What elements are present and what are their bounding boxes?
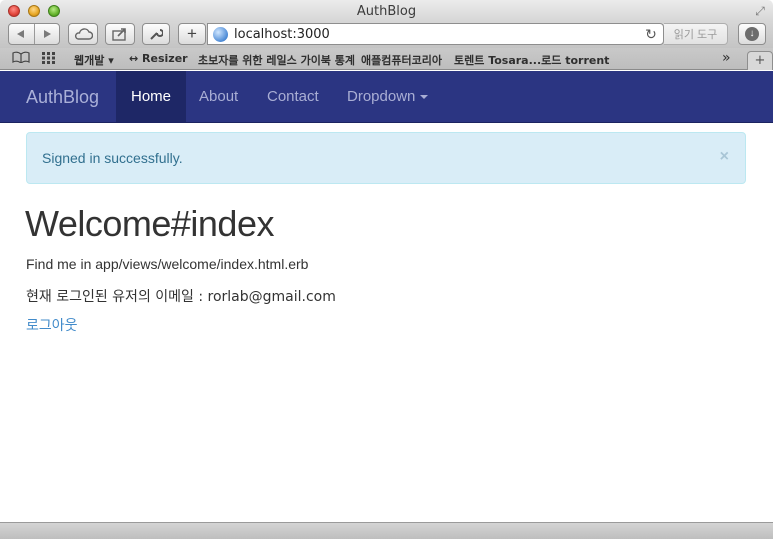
reader-button[interactable]: 읽기 도구 <box>664 23 728 45</box>
fullscreen-icon[interactable]: ⤢ <box>753 4 767 18</box>
flash-alert: Signed in successfully. × <box>26 132 746 184</box>
reading-list-icon[interactable] <box>12 51 30 66</box>
bookmark-item[interactable]: 초보자를 위한 레일스 가이북 통계 <box>198 52 355 68</box>
add-bookmark-button[interactable]: + <box>178 23 206 45</box>
address-bar[interactable]: localhost:3000 ↻ <box>207 23 664 45</box>
nav-dropdown[interactable]: Dropdown <box>347 71 429 122</box>
back-arrow-icon <box>17 30 25 38</box>
url-text[interactable]: localhost:3000 <box>234 27 642 42</box>
caret-down-icon <box>420 95 429 100</box>
plus-icon: + <box>754 53 766 68</box>
cloud-icon <box>74 28 93 40</box>
bookmark-item[interactable]: ↔ Resizer <box>129 52 188 65</box>
current-user-email-text: 현재 로그인된 유저의 이메일 : rorlab@gmail.com <box>26 289 336 305</box>
close-icon[interactable]: × <box>720 148 729 166</box>
forward-button[interactable] <box>34 24 59 44</box>
window-titlebar: AuthBlog ⤢ <box>0 0 773 22</box>
nav-contact[interactable]: Contact <box>267 71 319 122</box>
navbar-brand[interactable]: AuthBlog <box>26 87 99 108</box>
nav-home[interactable]: Home <box>116 71 187 122</box>
navbar: AuthBlog Home About Contact Dropdown <box>0 71 773 123</box>
share-icon <box>112 28 126 41</box>
forward-arrow-icon <box>43 30 51 38</box>
page-title: Welcome#index <box>25 203 274 244</box>
nav-about[interactable]: About <box>199 71 238 122</box>
bookmark-item[interactable]: 토렌트 Tosara...로드 torrent <box>454 52 609 68</box>
icloud-tabs-button[interactable] <box>68 23 98 45</box>
top-sites-icon[interactable] <box>42 52 56 67</box>
share-button[interactable] <box>105 23 135 45</box>
browser-toolbar: + localhost:3000 ↻ 읽기 도구 ↓ <box>0 22 773 48</box>
template-path-text: Find me in app/views/welcome/index.html.… <box>26 256 309 272</box>
status-bar <box>0 522 773 539</box>
back-forward-buttons <box>8 23 60 45</box>
logout-link[interactable]: 로그아웃 <box>26 315 78 335</box>
window-title: AuthBlog <box>356 4 417 19</box>
alert-message: Signed in successfully. <box>42 150 183 166</box>
new-tab-button[interactable]: + <box>747 51 773 70</box>
bookmark-item[interactable]: 웹개발 ▾ <box>74 52 114 68</box>
bookmarks-bar: 웹개발 ▾ ↔ Resizer 초보자를 위한 레일스 가이북 통계 애플컴퓨터… <box>0 48 773 70</box>
wrench-icon <box>150 29 163 40</box>
downloads-button[interactable]: ↓ <box>738 23 766 45</box>
more-bookmarks-icon[interactable]: » <box>722 50 731 66</box>
globe-icon <box>213 26 228 42</box>
download-icon: ↓ <box>745 27 759 41</box>
bookmark-item[interactable]: 애플컴퓨터코리아 <box>361 52 442 68</box>
reload-icon[interactable]: ↻ <box>642 26 660 43</box>
develop-button[interactable] <box>142 23 170 45</box>
plus-icon: + <box>187 24 197 43</box>
web-page: AuthBlog Home About Contact Dropdown Sig… <box>0 71 773 522</box>
back-button[interactable] <box>9 24 34 44</box>
nav-dropdown-label: Dropdown <box>347 88 416 105</box>
